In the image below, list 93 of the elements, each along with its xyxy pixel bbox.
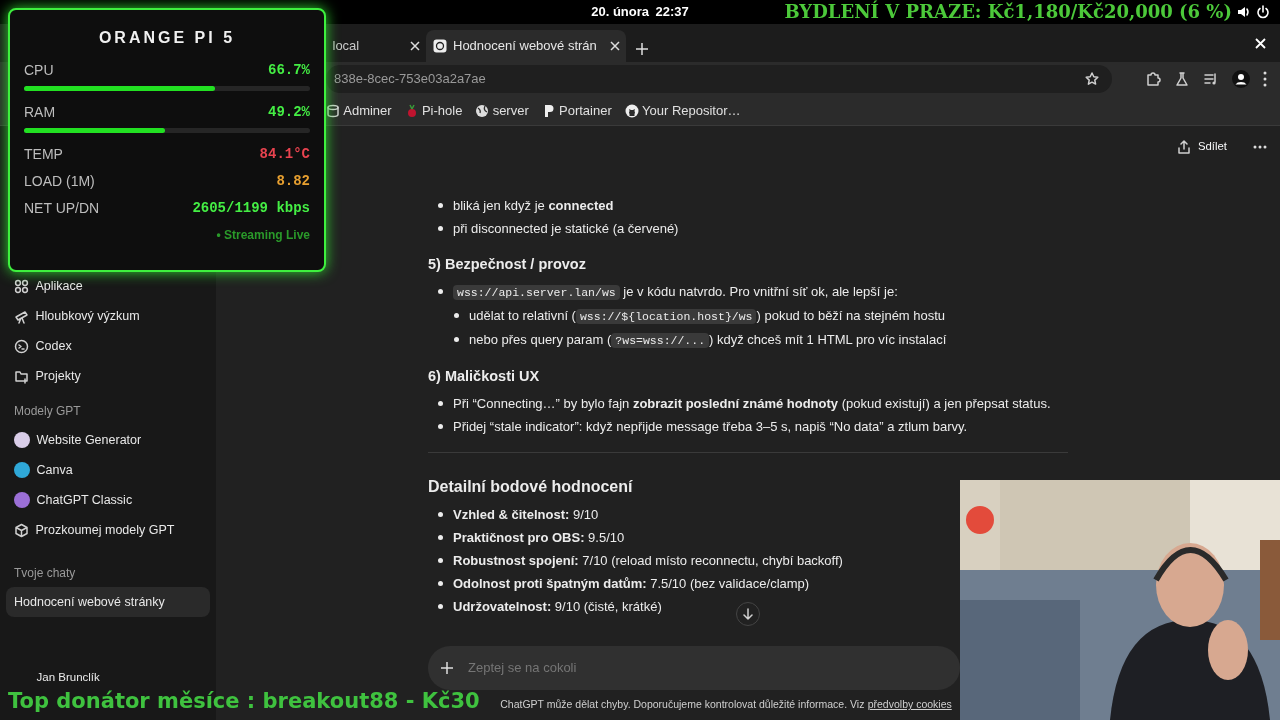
sidebar-item[interactable]: Website Generator: [6, 425, 210, 455]
bullet: [438, 603, 443, 609]
stat-value: 2605/1199 kbps: [192, 198, 310, 218]
list-item-text: při disconnected je statické (a červené): [453, 220, 679, 238]
list-item-text: Praktičnost pro OBS: 9.5/10: [453, 528, 625, 547]
stat-label: LOAD (1M): [24, 171, 95, 191]
address-bar[interactable]: 838e-8cec-753e03a2a7ae: [326, 65, 1112, 93]
stat-value: 8.82: [276, 171, 310, 191]
stat-label: RAM: [24, 102, 56, 122]
sidebar-item[interactable]: Hloubkový výzkum: [6, 301, 210, 331]
composer-field[interactable]: Zeptej se na cokoli: [428, 646, 960, 690]
bullet: [454, 336, 459, 342]
chat-logo-icon: [432, 39, 447, 53]
list-item-text: Robustnost spojení: 7/10 (reload místo reconnectu, chybí backoff): [453, 551, 843, 570]
bookmark[interactable]: Pi-hole: [404, 100, 463, 121]
panel-title: ORANGE PI 5: [97, 28, 237, 48]
chat-item[interactable]: Hodnocení webové stránky: [6, 587, 210, 617]
user-name: Jan Brunclík: [36, 672, 100, 684]
date-text: 20. února: [591, 3, 649, 22]
bullet: [438, 288, 443, 294]
globe-icon: [475, 103, 490, 118]
bullet: [438, 423, 443, 429]
sidebar-item[interactable]: ChatGPT Classic: [6, 485, 210, 515]
browser-tab[interactable]: Hodnocení webové strán: [426, 30, 626, 62]
bookmark[interactable]: Portainer: [541, 100, 612, 121]
section-title: Detailní bodové hodnocení: [428, 476, 634, 497]
disclaimer-text: ChatGPT může dělat chyby. Doporučujeme kontrolovat důležité informace. Viz: [500, 697, 865, 713]
bullet: [438, 557, 443, 563]
cube-icon: [14, 522, 29, 538]
list-item-text: Vzhled & čitelnost: 9/10: [453, 505, 599, 524]
clock-text: 22:37: [655, 3, 689, 22]
donor-text: Top donátor měsíce : breakout88 - Kč30: [8, 690, 480, 714]
media-queue-icon[interactable]: [1203, 71, 1219, 87]
apps-icon: [14, 278, 29, 294]
bookmark[interactable]: Your Repositor…: [624, 100, 741, 121]
plus-icon[interactable]: [441, 662, 453, 674]
stat-label: TEMP: [24, 144, 63, 164]
scroll-down-button[interactable]: [736, 602, 760, 626]
bullet: [438, 511, 443, 517]
stat-value: 84.1°C: [259, 144, 310, 164]
section-heading: Modely GPT: [13, 403, 82, 420]
bullet: [438, 580, 443, 586]
list-item-text: Přidej “stale indicator”: když nepřijde message třeba 3–5 s, napiš “No data” a ztlum barvy.: [453, 417, 968, 436]
bullet: [454, 312, 459, 318]
folder-icon: [14, 368, 29, 384]
new-tab-icon[interactable]: [636, 43, 648, 55]
section-heading: Tvoje chaty: [13, 565, 77, 582]
arrow-down-icon: [742, 608, 754, 620]
close-icon[interactable]: [609, 41, 620, 51]
stat-value: 66.7%: [268, 60, 310, 80]
stat-label: NET UP/DN: [24, 198, 100, 218]
cat-icon: [624, 103, 639, 118]
list-item-text: udělat to relativní ( wss://${location.host}/ws ) pokud to běží na stejném hostu: [469, 306, 946, 326]
more-icon[interactable]: [1253, 145, 1267, 149]
stat-label: CPU: [24, 60, 54, 80]
share-icon: [1177, 140, 1192, 154]
flask-icon[interactable]: [1174, 71, 1190, 87]
cookie-link[interactable]: předvolby cookies: [867, 697, 952, 713]
bookmark[interactable]: Adminer: [326, 100, 392, 121]
sidebar-item[interactable]: Prozkoumej modely GPT: [6, 515, 210, 545]
sidebar-item[interactable]: Canva: [6, 455, 210, 485]
section-heading: 5) Bezpečnost / provoz: [428, 255, 587, 274]
star-icon[interactable]: [1085, 72, 1099, 86]
puzzle-icon[interactable]: [1145, 71, 1161, 87]
bullet: [438, 400, 443, 406]
list-item-text: Udržovatelnost: 9/10 (čisté, krátké): [453, 597, 662, 616]
profile-icon[interactable]: [1232, 70, 1250, 88]
speaker-icon: [1235, 5, 1250, 19]
share-button[interactable]: Sdílet: [1170, 135, 1234, 159]
sidebar-item[interactable]: Codex: [6, 331, 210, 361]
bullet: [438, 203, 443, 208]
live-status: • Streaming Live: [215, 226, 310, 244]
sidebar-item[interactable]: Projekty: [6, 361, 210, 391]
telescope-icon: [14, 308, 29, 324]
terminal-icon: [14, 338, 29, 354]
bullet: [438, 534, 443, 540]
sidebar-item[interactable]: Aplikace: [6, 271, 210, 301]
list-item-text: wss://api.server.lan/ws je v kódu natvrdo. Pro vnitřní síť ok, ale lepší je:: [453, 279, 898, 304]
list-item-text: nebo přes query param ( ?ws=wss://... ) když chceš mít 1 HTML pro víc instalací: [469, 330, 947, 350]
stream-goal-text: BYDLENÍ V PRAZE: Kč1,180/Kč20,000 (6 %): [784, 2, 1232, 22]
list-item-text: Odolnost proti špatným datům: 7.5/10 (bez validace/clamp): [453, 574, 810, 593]
message-input[interactable]: Zeptej se na cokoli: [466, 657, 947, 679]
database-icon: [326, 103, 340, 118]
bullet: [438, 226, 443, 231]
section-heading: 6) Maličkosti UX: [428, 366, 541, 386]
stat-value: 49.2%: [268, 102, 310, 122]
list-item-text: bliká jen když je connected: [453, 197, 614, 215]
close-icon[interactable]: [409, 41, 420, 51]
list-item-text: Při “Connecting…” by bylo fajn zobrazit poslední známé hodnoty (pokud existují) a jen přepsat status.: [453, 394, 1051, 413]
bookmark[interactable]: server: [475, 100, 529, 121]
power-icon[interactable]: [1256, 5, 1270, 19]
kebab-menu-icon[interactable]: [1263, 71, 1267, 87]
browser-tab[interactable]: local: [326, 30, 426, 62]
